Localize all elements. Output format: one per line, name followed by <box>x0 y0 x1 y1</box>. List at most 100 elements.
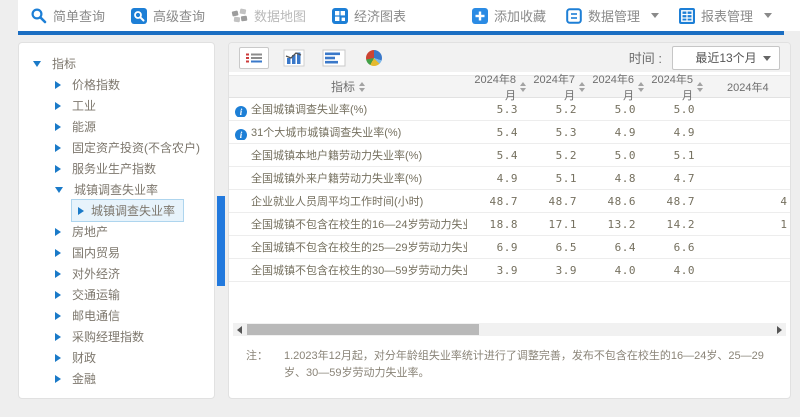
tree-item[interactable]: 固定资产投资(不含农户) <box>19 137 214 158</box>
table-row[interactable]: 全国城镇不包含在校生的16—24岁劳动力失业率(%) 18.8 17.1 13.… <box>229 213 790 236</box>
column-header-indicator[interactable]: 指标 <box>229 78 467 95</box>
tree-item-label: 交通运输 <box>72 286 120 303</box>
cell-value: 6.4 <box>585 241 644 254</box>
tree-item[interactable]: 房地产 <box>19 221 214 242</box>
bar-chart-icon <box>283 49 305 67</box>
cell-value: 4.0 <box>644 264 703 277</box>
tree-item[interactable]: 对外经济 <box>19 263 214 284</box>
add-favorite-icon <box>472 8 488 24</box>
column-header-month-partial[interactable]: 2024年4 <box>703 79 791 95</box>
cell-value: 5.1 <box>644 149 703 162</box>
top-nav-right: 添加收藏 数据管理 报表管理 <box>452 6 772 25</box>
triangle-right-icon <box>55 228 61 236</box>
table-row[interactable]: 企业就业人员周平均工作时间(小时) 48.7 48.7 48.6 48.7 4 <box>229 190 790 213</box>
cell-value: 5.0 <box>585 149 644 162</box>
tree-item[interactable]: 能源 <box>19 116 214 137</box>
cell-value: 5.4 <box>467 149 526 162</box>
tree-item[interactable]: 财政 <box>19 347 214 368</box>
cell-value-partial: 1 <box>703 218 791 231</box>
indicator-name: 31个大城市城镇调查失业率(%) <box>251 127 401 139</box>
cell-value: 5.3 <box>526 126 585 139</box>
indicator-name: 企业就业人员周平均工作时间(小时) <box>251 196 423 208</box>
tree-item[interactable]: 服务业生产指数 <box>19 158 214 179</box>
nav-econ-chart[interactable]: 经济图表 <box>332 6 406 25</box>
bar-chart-button[interactable] <box>279 47 309 69</box>
cell-value: 5.2 <box>526 149 585 162</box>
triangle-right-icon <box>55 144 61 152</box>
triangle-right-icon <box>55 291 61 299</box>
column-header-month[interactable]: 2024年8月 <box>467 71 526 103</box>
table-row[interactable]: 全国城镇不包含在校生的25—29岁劳动力失业率(%) 6.9 6.5 6.4 6… <box>229 236 790 259</box>
cell-value: 6.9 <box>467 241 526 254</box>
nav-item-label: 高级查询 <box>153 6 205 25</box>
nav-item-label: 报表管理 <box>701 6 753 25</box>
tree-item-label: 指标 <box>52 55 76 72</box>
tree-item[interactable]: 金融 <box>19 368 214 389</box>
tree-item[interactable]: 价格指数 <box>19 74 214 95</box>
tree-item-root[interactable]: 指标 <box>19 53 214 74</box>
cell-value: 5.0 <box>644 103 703 116</box>
nav-item-label: 数据管理 <box>588 6 640 25</box>
nav-advanced-query[interactable]: 高级查询 <box>131 6 205 25</box>
table-row[interactable]: 全国城镇外来户籍劳动力失业率(%) 4.9 5.1 4.8 4.7 <box>229 167 790 190</box>
tree-item-label: 能源 <box>72 118 96 135</box>
scroll-left-icon[interactable] <box>237 326 242 334</box>
horizontal-scrollbar-thumb[interactable] <box>247 324 479 335</box>
time-range-select[interactable]: 最近13个月 <box>672 46 780 70</box>
pie-chart-icon <box>366 50 382 66</box>
column-header-month[interactable]: 2024年6月 <box>585 71 644 103</box>
cell-value: 17.1 <box>526 218 585 231</box>
cell-value: 5.2 <box>526 103 585 116</box>
tree-item[interactable]: 交通运输 <box>19 284 214 305</box>
scroll-right-icon[interactable] <box>777 326 782 334</box>
hbar-chart-icon <box>322 49 346 67</box>
nav-data-map[interactable]: 数据地图 <box>231 6 306 25</box>
info-icon[interactable]: i <box>235 106 247 117</box>
table-row[interactable]: 全国城镇本地户籍劳动力失业率(%) 5.4 5.2 5.0 5.1 <box>229 144 790 167</box>
data-manage-icon <box>566 8 582 24</box>
triangle-right-icon <box>55 354 61 362</box>
indicator-name: 全国城镇本地户籍劳动力失业率(%) <box>251 150 422 162</box>
top-nav: 简单查询 高级查询 数据地图 经济图表 添加收藏 数据管理 <box>18 0 800 31</box>
cell-value: 48.7 <box>467 195 526 208</box>
pie-chart-button[interactable] <box>359 47 389 69</box>
cell-value: 48.7 <box>526 195 585 208</box>
add-favorite-button[interactable]: 添加收藏 <box>472 6 546 25</box>
table-row[interactable]: 全国城镇不包含在校生的30—59岁劳动力失业率(%) 3.9 3.9 4.0 4… <box>229 259 790 282</box>
chevron-down-icon <box>763 56 771 61</box>
table-row[interactable]: i31个大城市城镇调查失业率(%) 5.4 5.3 4.9 4.9 <box>229 121 790 144</box>
column-header-month[interactable]: 2024年5月 <box>644 71 703 103</box>
time-filter-label: 时间 : <box>629 48 662 67</box>
indicator-name: 全国城镇外来户籍劳动力失业率(%) <box>251 173 422 185</box>
data-panel: 时间 : 最近13个月 指标 2024年8月 2024年7月 2024年6月 2… <box>228 42 791 399</box>
vertical-scrollbar-thumb[interactable] <box>217 196 225 286</box>
table-view-button[interactable] <box>239 47 269 69</box>
column-header-month[interactable]: 2024年7月 <box>526 71 585 103</box>
chevron-down-icon <box>764 13 772 18</box>
report-manage-menu[interactable]: 报表管理 <box>679 6 772 25</box>
nav-simple-query[interactable]: 简单查询 <box>30 6 105 25</box>
data-manage-menu[interactable]: 数据管理 <box>566 6 659 25</box>
info-icon[interactable]: i <box>235 129 247 140</box>
triangle-down-icon <box>33 61 41 67</box>
time-range-value: 最近13个月 <box>695 49 756 66</box>
tree-item[interactable]: 国内贸易 <box>19 242 214 263</box>
cell-value: 13.2 <box>585 218 644 231</box>
tree-item[interactable]: 采购经理指数 <box>19 326 214 347</box>
tree-item-label: 工业 <box>72 97 96 114</box>
footnote-label: 注： <box>246 348 268 382</box>
sort-icon[interactable] <box>359 82 365 92</box>
triangle-right-icon <box>55 165 61 173</box>
hbar-chart-button[interactable] <box>319 47 349 69</box>
horizontal-scrollbar[interactable] <box>233 323 786 336</box>
tree-item[interactable]: 工业 <box>19 95 214 116</box>
tree-item-selected[interactable]: 城镇调查失业率 <box>19 200 214 221</box>
tree-item[interactable]: 邮电通信 <box>19 305 214 326</box>
cell-value: 14.2 <box>644 218 703 231</box>
triangle-right-icon <box>55 102 61 110</box>
tree-item-label: 邮电通信 <box>72 307 120 324</box>
tree-item-survey-unemployment[interactable]: 城镇调查失业率 <box>19 179 214 200</box>
footnote-text: 1.2023年12月起，对分年龄组失业率统计进行了调整完善，发布不包含在校生的1… <box>284 348 776 382</box>
chevron-down-icon <box>651 13 659 18</box>
cell-value: 6.5 <box>526 241 585 254</box>
